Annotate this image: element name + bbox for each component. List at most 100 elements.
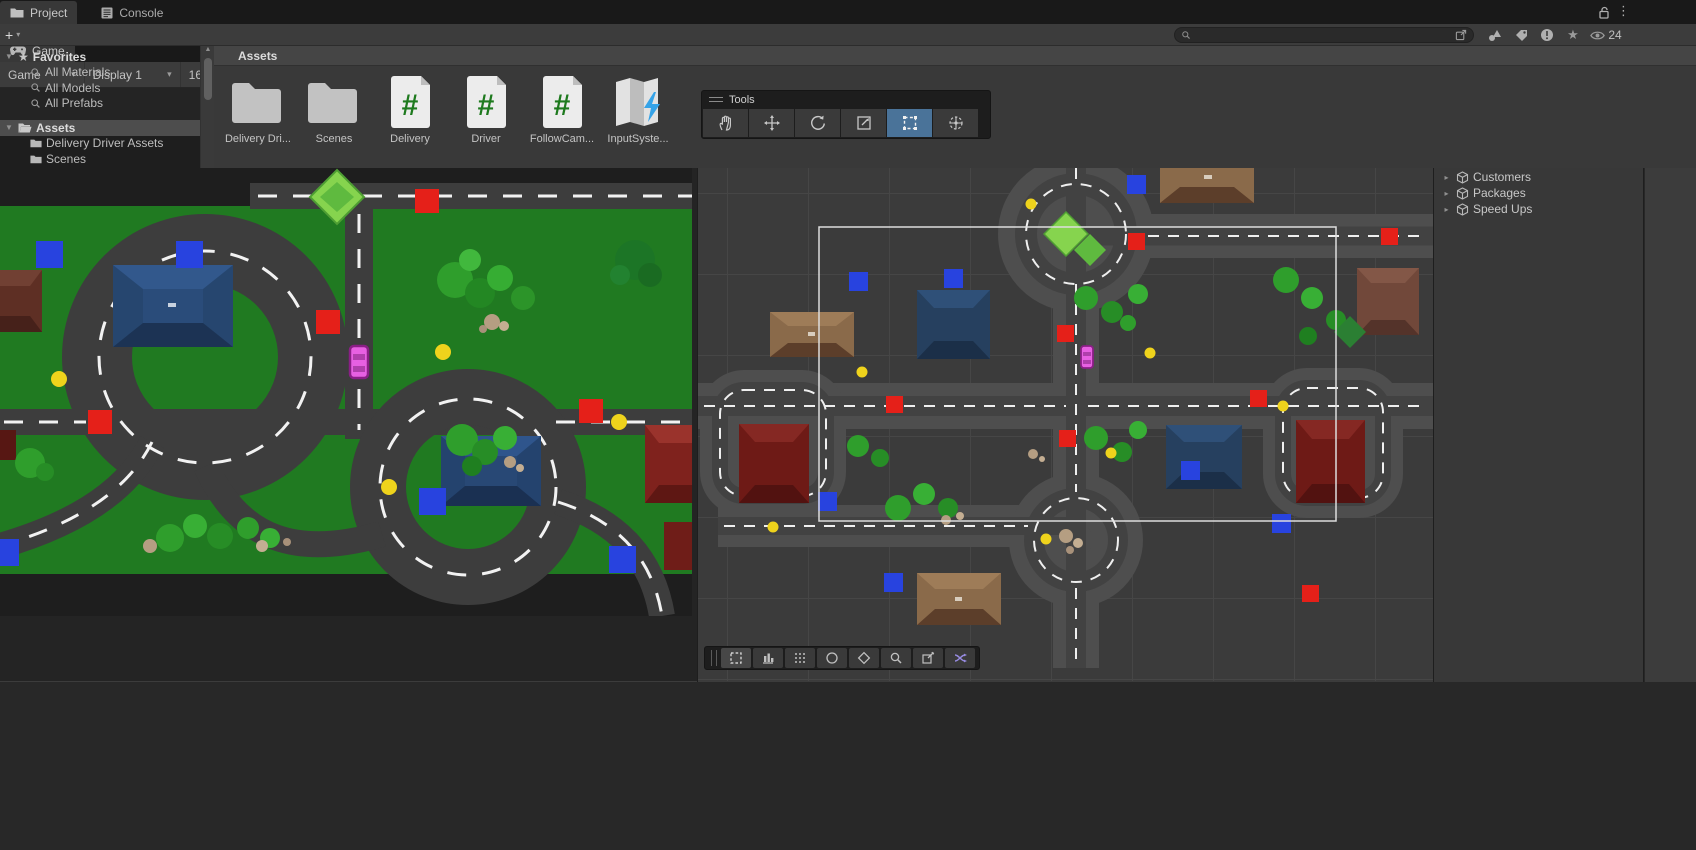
folder-delivery-driver-assets[interactable]: Delivery Driver Assets: [0, 136, 200, 152]
tab-console-label: Console: [119, 6, 163, 20]
hierarchy-item-speed-ups[interactable]: ▸ Speed Ups: [1434, 201, 1643, 217]
edit-square-icon: [921, 651, 935, 665]
project-folder-tree: ▼ ★ Favorites All Materials All Models A…: [0, 46, 200, 168]
search-icon: [30, 82, 41, 93]
asset-folder-scenes[interactable]: Scenes: [298, 74, 370, 145]
asset-script-delivery[interactable]: # Delivery: [374, 74, 446, 145]
favorite-all-prefabs[interactable]: All Prefabs: [0, 96, 200, 112]
open-search-window-icon[interactable]: [1455, 29, 1467, 41]
project-toolbar: +▾ ★ 24: [0, 24, 1696, 46]
svg-text:#: #: [478, 89, 495, 122]
hierarchy-item-packages[interactable]: ▸ Packages: [1434, 185, 1643, 201]
rect-tool-icon: [901, 114, 919, 132]
game-city-render: [0, 130, 692, 616]
tab-console[interactable]: Console: [91, 1, 173, 24]
sphere-icon: [825, 651, 839, 665]
favorite-all-materials[interactable]: All Materials: [0, 65, 200, 81]
shuffle-overlay-button[interactable]: [945, 648, 975, 668]
assets-root[interactable]: ▼ Assets: [0, 120, 200, 136]
grid-overlay-button[interactable]: [785, 648, 815, 668]
rotate-tool-button[interactable]: [795, 109, 840, 137]
csharp-script-icon: #: [539, 75, 585, 129]
collapse-arrow-icon[interactable]: ▸: [1441, 173, 1452, 182]
tools-overlay-header[interactable]: Tools: [702, 91, 990, 108]
scene-player-car: [1081, 346, 1093, 368]
folder-icon: [305, 78, 363, 126]
expand-arrow-icon[interactable]: ▼: [4, 123, 14, 132]
search-icon: [30, 98, 41, 109]
shuffle-icon: [953, 651, 968, 665]
project-menu-icon[interactable]: ⋮: [1617, 3, 1630, 19]
create-asset-button[interactable]: +▾: [5, 27, 20, 43]
asset-script-driver[interactable]: # Driver: [450, 74, 522, 145]
marquee-overlay-button[interactable]: [721, 648, 751, 668]
hierarchy-item-customers[interactable]: ▸ Customers: [1434, 169, 1643, 185]
scale-tool-button[interactable]: [841, 109, 886, 137]
svg-text:#: #: [554, 89, 571, 122]
scroll-up-icon[interactable]: ▲: [201, 46, 215, 53]
collapse-arrow-icon[interactable]: ▸: [1441, 205, 1452, 214]
transform-tool-button[interactable]: [933, 109, 978, 137]
star-icon: ★: [18, 50, 29, 64]
console-icon: [101, 7, 113, 19]
lock-icon[interactable]: [1598, 6, 1610, 19]
gameobject-cube-icon: [1456, 171, 1469, 184]
align-columns-icon: [761, 651, 775, 665]
hidden-packages-button[interactable]: [1536, 26, 1558, 44]
alert-circle-icon: [1540, 28, 1554, 42]
favorites-filter-button[interactable]: ★: [1562, 26, 1584, 44]
move-tool-button[interactable]: [749, 109, 794, 137]
transform-icon: [947, 114, 965, 132]
project-search-input[interactable]: [1195, 29, 1451, 41]
scene-city-render: [698, 88, 1433, 681]
zoom-overlay-button[interactable]: [881, 648, 911, 668]
csharp-script-icon: #: [387, 75, 433, 129]
project-tabstrip: Project Console ⋮: [0, 0, 1696, 24]
favorite-all-models[interactable]: All Models: [0, 80, 200, 96]
marquee-icon: [729, 651, 743, 665]
tools-overlay-title: Tools: [729, 94, 755, 106]
asset-script-followcam[interactable]: # FollowCam...: [526, 74, 598, 145]
svg-text:#: #: [402, 89, 419, 122]
folder-scenes[interactable]: Scenes: [0, 151, 200, 167]
pan-tool-button[interactable]: [703, 109, 748, 137]
asset-folder-delivery-driver-assets[interactable]: Delivery Dri...: [222, 74, 294, 145]
align-overlay-button[interactable]: [753, 648, 783, 668]
input-actions-icon: [610, 76, 666, 128]
unity-editor-window: Unity 6 | ES ▾ Asset Store ▾ Game ⋮: [0, 0, 1696, 850]
dot-grid-icon: [793, 651, 807, 665]
search-by-type-button[interactable]: [1484, 26, 1506, 44]
search-icon: [30, 67, 41, 78]
search-by-label-button[interactable]: [1510, 26, 1532, 44]
overlay-drag-handle[interactable]: [711, 650, 717, 666]
project-tree-scrollbar[interactable]: ▲: [200, 46, 214, 168]
project-panel: Project Console ⋮ +▾ ★ 24: [0, 0, 1696, 168]
plus-icon: +: [5, 27, 13, 43]
scale-icon: [855, 114, 873, 132]
scrollbar-thumb[interactable]: [204, 58, 212, 100]
folder-icon: [10, 7, 24, 18]
magnifier-icon: [889, 651, 903, 665]
tools-overlay: Tools: [701, 90, 991, 139]
folder-icon: [30, 138, 42, 148]
tab-project-label: Project: [30, 6, 67, 20]
csharp-script-icon: #: [463, 75, 509, 129]
paint-diamond-icon: [857, 651, 871, 665]
star-icon: ★: [1567, 27, 1579, 43]
scene-viewport[interactable]: Tools: [698, 88, 1433, 681]
favorites-root[interactable]: ▼ ★ Favorites: [0, 49, 200, 65]
tab-project[interactable]: Project: [0, 1, 77, 24]
view-options-overlay: [704, 646, 980, 670]
project-search[interactable]: [1174, 27, 1474, 43]
sphere-overlay-button[interactable]: [817, 648, 847, 668]
expand-arrow-icon[interactable]: ▼: [4, 52, 14, 61]
rect-tool-button[interactable]: [887, 109, 932, 137]
folder-icon: [30, 154, 42, 164]
paint-overlay-button[interactable]: [849, 648, 879, 668]
hidden-count-toggle[interactable]: 24: [1586, 26, 1626, 44]
collapse-arrow-icon[interactable]: ▸: [1441, 189, 1452, 198]
pick-overlay-button[interactable]: [913, 648, 943, 668]
tools-overlay-buttons: [702, 108, 990, 138]
game-viewport[interactable]: [0, 88, 697, 681]
asset-inputsystem-actions[interactable]: InputSyste...: [602, 74, 674, 145]
